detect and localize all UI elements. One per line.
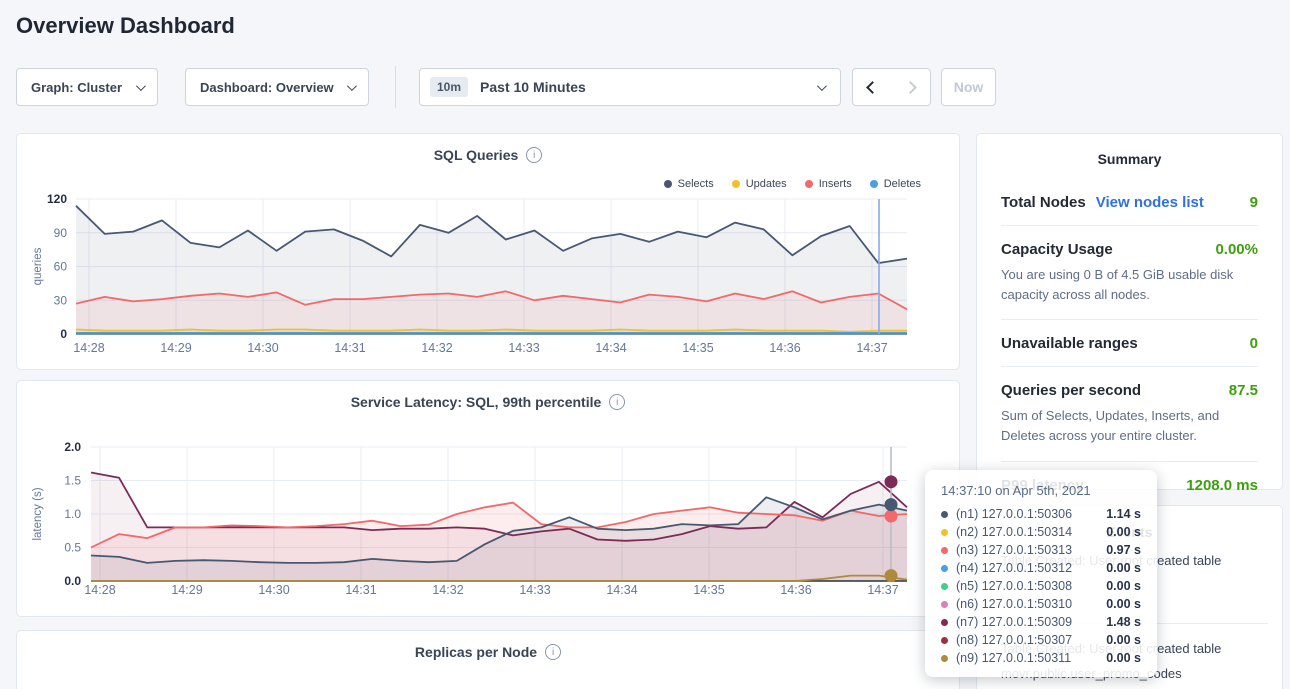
- graph-dropdown[interactable]: Graph: Cluster: [16, 68, 158, 106]
- replicas-chart-title: Replicas per Node: [415, 644, 537, 660]
- node-color-dot-icon: [941, 511, 948, 518]
- hover-dot: [885, 510, 898, 523]
- svg-text:60: 60: [54, 260, 68, 274]
- svg-text:queries: queries: [32, 247, 44, 285]
- summary-panel: Summary Total NodesView nodes list9Capac…: [976, 133, 1283, 490]
- svg-text:14:29: 14:29: [171, 583, 202, 597]
- time-next-button[interactable]: [891, 68, 931, 106]
- time-range-badge: 10m: [430, 77, 468, 97]
- view-nodes-list-link[interactable]: View nodes list: [1096, 194, 1204, 211]
- time-range-dropdown[interactable]: 10m Past 10 Minutes: [419, 68, 841, 106]
- tooltip-rows: (n1) 127.0.0.1:503061.14 s(n2) 127.0.0.1…: [941, 505, 1141, 667]
- summary-desc: You are using 0 B of 4.5 GiB usable disk…: [1001, 265, 1258, 305]
- dashboard-dropdown-label: Dashboard: Overview: [200, 80, 334, 95]
- svg-text:14:35: 14:35: [682, 341, 713, 355]
- svg-text:14:37: 14:37: [867, 583, 898, 597]
- svg-text:14:28: 14:28: [84, 583, 115, 597]
- time-prev-button[interactable]: [852, 68, 892, 106]
- dashboard-dropdown[interactable]: Dashboard: Overview: [185, 68, 369, 106]
- tooltip-node-row: (n9) 127.0.0.1:503110.00 s: [941, 649, 1141, 667]
- summary-rows: Total NodesView nodes list9Capacity Usag…: [1001, 167, 1258, 508]
- tooltip-node-row: (n1) 127.0.0.1:503061.14 s: [941, 505, 1141, 523]
- node-color-dot-icon: [941, 601, 948, 608]
- svg-text:14:31: 14:31: [334, 341, 365, 355]
- now-button[interactable]: Now: [941, 68, 996, 106]
- latency-chart-card: Service Latency: SQL, 99th percentile 0.…: [16, 380, 960, 617]
- svg-text:0.5: 0.5: [64, 541, 81, 555]
- svg-text:2.0: 2.0: [64, 440, 81, 454]
- graph-dropdown-label: Graph: Cluster: [31, 80, 122, 95]
- node-color-dot-icon: [941, 637, 948, 644]
- summary-row: Capacity Usage0.00%You are using 0 B of …: [1001, 225, 1258, 319]
- replicas-chart-card: Replicas per Node: [16, 630, 960, 689]
- svg-text:14:34: 14:34: [606, 583, 637, 597]
- summary-value: 0.00%: [1215, 241, 1258, 258]
- svg-text:14:34: 14:34: [595, 341, 626, 355]
- svg-text:14:32: 14:32: [421, 341, 452, 355]
- svg-text:120: 120: [47, 192, 67, 206]
- summary-desc: Sum of Selects, Updates, Inserts, and De…: [1001, 406, 1258, 446]
- hover-dot: [885, 475, 898, 488]
- node-color-dot-icon: [941, 619, 948, 626]
- svg-text:14:30: 14:30: [247, 341, 278, 355]
- svg-text:30: 30: [54, 293, 68, 307]
- node-color-dot-icon: [941, 583, 948, 590]
- tooltip-node-row: (n8) 127.0.0.1:503070.00 s: [941, 631, 1141, 649]
- summary-value: 9: [1250, 194, 1258, 211]
- summary-value: 0: [1250, 335, 1258, 352]
- svg-text:14:31: 14:31: [345, 583, 376, 597]
- hover-dot: [885, 498, 898, 511]
- svg-text:14:29: 14:29: [160, 341, 191, 355]
- summary-row: Total NodesView nodes list9: [1001, 167, 1258, 225]
- sql-queries-plot[interactable]: 0 30 60 90 120 14:28 14:29 14:30 14:31 14:32 14:33…: [17, 134, 961, 371]
- svg-text:14:32: 14:32: [432, 583, 463, 597]
- chevron-down-icon: [136, 81, 146, 91]
- svg-text:14:35: 14:35: [693, 583, 724, 597]
- svg-text:latency (s): latency (s): [32, 487, 44, 540]
- node-color-dot-icon: [941, 565, 948, 572]
- sql-queries-chart-card: SQL Queries SelectsUpdatesInsertsDeletes…: [16, 133, 960, 370]
- svg-text:14:30: 14:30: [258, 583, 289, 597]
- svg-text:14:36: 14:36: [780, 583, 811, 597]
- svg-text:90: 90: [54, 226, 68, 240]
- svg-text:1.0: 1.0: [64, 507, 81, 521]
- node-color-dot-icon: [941, 547, 948, 554]
- chart-hover-tooltip: 14:37:10 on Apr 5th, 2021 (n1) 127.0.0.1…: [925, 470, 1157, 677]
- svg-text:14:28: 14:28: [73, 341, 104, 355]
- svg-text:14:36: 14:36: [769, 341, 800, 355]
- svg-text:0.0: 0.0: [64, 574, 81, 588]
- svg-text:1.5: 1.5: [64, 474, 81, 488]
- tooltip-node-row: (n4) 127.0.0.1:503120.00 s: [941, 559, 1141, 577]
- svg-text:0: 0: [60, 327, 67, 341]
- node-color-dot-icon: [941, 529, 948, 536]
- tooltip-node-row: (n7) 127.0.0.1:503091.48 s: [941, 613, 1141, 631]
- summary-row: Unavailable ranges0: [1001, 319, 1258, 366]
- svg-text:14:33: 14:33: [519, 583, 550, 597]
- summary-value: 1208.0 ms: [1186, 477, 1258, 494]
- page-title: Overview Dashboard: [16, 13, 235, 39]
- summary-value: 87.5: [1229, 382, 1258, 399]
- toolbar-divider: [395, 66, 396, 108]
- latency-plot[interactable]: 0.0 0.5 1.0 1.5 2.0 14:28 14:29 14:30 14:31 14:32…: [17, 381, 961, 618]
- time-range-label: Past 10 Minutes: [480, 79, 586, 95]
- svg-text:14:33: 14:33: [508, 341, 539, 355]
- chevron-right-icon: [904, 81, 917, 94]
- chevron-left-icon: [866, 81, 879, 94]
- chevron-down-icon: [347, 81, 357, 91]
- summary-panel-title: Summary: [1001, 151, 1258, 167]
- info-icon[interactable]: [545, 644, 561, 660]
- hover-dot: [885, 569, 898, 582]
- svg-text:14:37: 14:37: [856, 341, 887, 355]
- node-color-dot-icon: [941, 655, 948, 662]
- tooltip-timestamp: 14:37:10 on Apr 5th, 2021: [941, 483, 1141, 498]
- tooltip-node-row: (n2) 127.0.0.1:503140.00 s: [941, 523, 1141, 541]
- summary-row: Queries per second87.5Sum of Selects, Up…: [1001, 366, 1258, 460]
- tooltip-node-row: (n3) 127.0.0.1:503130.97 s: [941, 541, 1141, 559]
- tooltip-node-row: (n5) 127.0.0.1:503080.00 s: [941, 577, 1141, 595]
- chevron-down-icon: [817, 81, 827, 91]
- tooltip-node-row: (n6) 127.0.0.1:503100.00 s: [941, 595, 1141, 613]
